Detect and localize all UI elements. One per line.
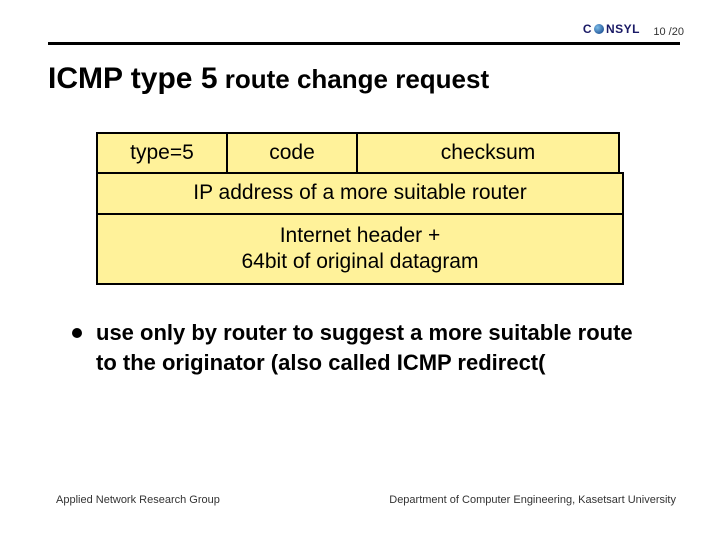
page-total: 20 (672, 26, 684, 38)
bullet-list: use only by router to suggest a more sui… (72, 318, 656, 377)
packet-field-router-ip: IP address of a more suitable router (96, 172, 624, 214)
logo-text-pre: C (583, 22, 592, 36)
page-number: 10 /20 (653, 26, 684, 38)
page-current: 10 (653, 26, 665, 38)
brand-logo: C NSYL (583, 22, 640, 36)
bullet-icon (72, 328, 82, 338)
packet-field-payload: Internet header + 64bit of original data… (96, 213, 624, 286)
logo-text-post: NSYL (606, 22, 640, 36)
packet-row-1: type=5 code checksum (96, 132, 624, 174)
bullet-text: use only by router to suggest a more sui… (96, 318, 656, 377)
packet-field-checksum: checksum (356, 132, 620, 174)
packet-field-type: type=5 (96, 132, 228, 174)
packet-row-3: Internet header + 64bit of original data… (96, 215, 624, 286)
list-item: use only by router to suggest a more sui… (72, 318, 656, 377)
packet-diagram: type=5 code checksum IP address of a mor… (96, 132, 624, 285)
footer-right: Department of Computer Engineering, Kase… (389, 494, 676, 506)
packet-row-2: IP address of a more suitable router (96, 174, 624, 214)
title-sub: route change request (218, 64, 490, 94)
footer-left: Applied Network Research Group (56, 494, 220, 506)
packet-field-code: code (226, 132, 358, 174)
title-main: ICMP type 5 (48, 62, 218, 95)
globe-icon (594, 24, 604, 34)
slide: C NSYL 10 /20 ICMP type 5 route change r… (0, 0, 720, 540)
slide-title: ICMP type 5 route change request (48, 62, 489, 96)
header-divider (48, 42, 680, 45)
